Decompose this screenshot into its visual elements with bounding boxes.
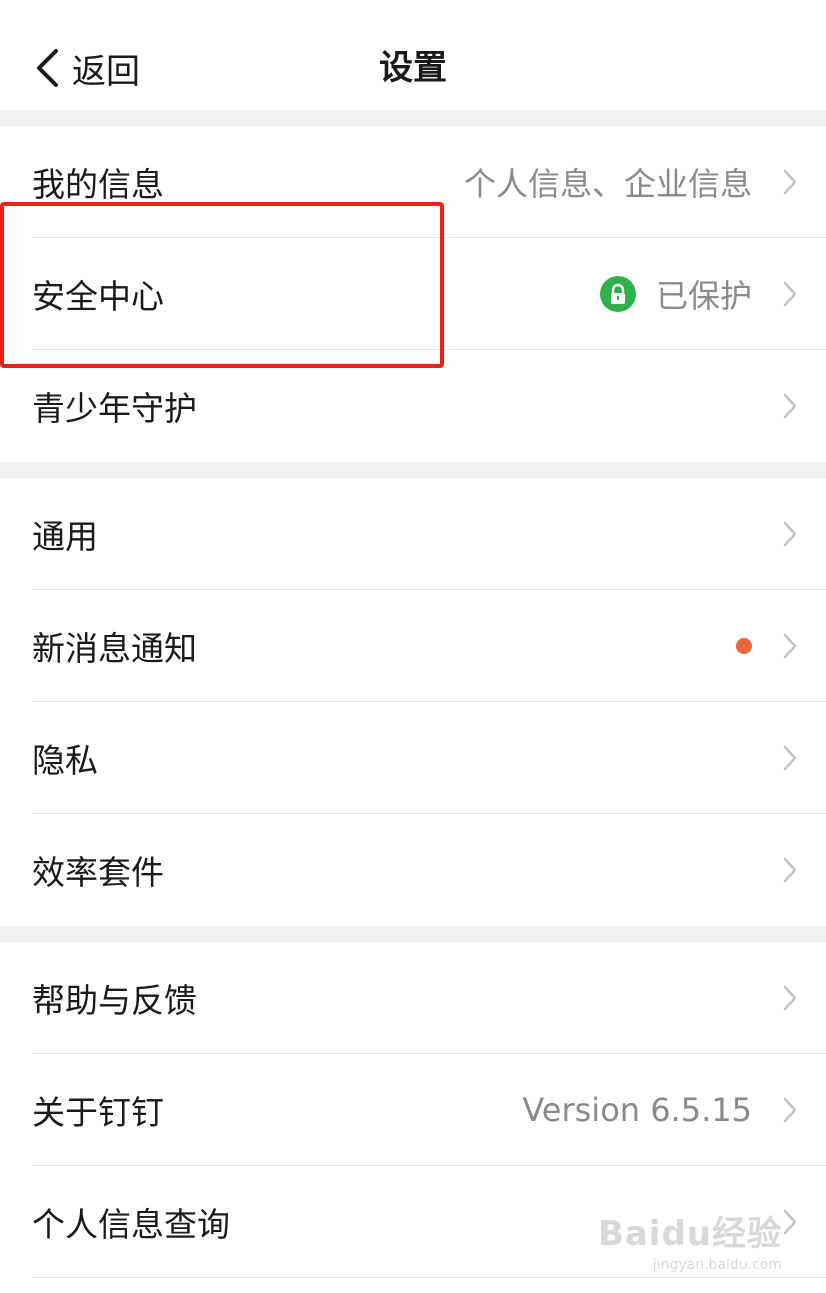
chevron-right-icon (783, 169, 797, 195)
settings-item-value: 个人信息、企业信息 (464, 159, 752, 205)
settings-item-label: 效率套件 (32, 853, 164, 892)
settings-item-label: 青少年守护 (32, 389, 197, 428)
watermark-logo-text: Baidu经验 (597, 1214, 782, 1254)
settings-item-label: 我的信息 (32, 165, 164, 204)
chevron-right-icon (783, 521, 797, 547)
unread-dot-badge (736, 638, 752, 654)
section-gap (0, 926, 826, 942)
settings-item-about[interactable]: 关于钉钉 Version 6.5.15 (0, 1054, 826, 1166)
settings-item-value: 已保护 (599, 271, 752, 317)
watermark: Baidu经验 jingyan.baidu.com (598, 1206, 782, 1273)
chevron-right-icon (783, 1209, 797, 1235)
version-text: Version 6.5.15 (522, 1091, 752, 1129)
settings-item-label: 关于钉钉 (32, 1093, 164, 1132)
chevron-right-icon (783, 745, 797, 771)
settings-item-privacy[interactable]: 隐私 (0, 702, 826, 814)
settings-item-value (736, 638, 752, 654)
chevron-right-icon (783, 985, 797, 1011)
settings-item-label: 个人信息查询 (32, 1205, 230, 1244)
settings-item-notifications[interactable]: 新消息通知 (0, 590, 826, 702)
watermark-url: jingyan.baidu.com (652, 1257, 782, 1273)
settings-item-value: Version 6.5.15 (522, 1091, 752, 1129)
settings-item-general[interactable]: 通用 (0, 478, 826, 590)
chevron-right-icon (783, 1097, 797, 1123)
security-status: 已保护 (655, 277, 752, 315)
settings-item-label: 隐私 (32, 741, 98, 780)
navigation-bar: 返回 设置 (0, 0, 826, 110)
chevron-right-icon (783, 393, 797, 419)
section-gap (0, 462, 826, 478)
settings-item-label: 新消息通知 (32, 629, 197, 668)
my-info-detail: 个人信息、企业信息 (463, 165, 752, 203)
lock-icon (599, 276, 636, 312)
chevron-right-icon (783, 633, 797, 659)
settings-item-label: 帮助与反馈 (32, 981, 197, 1020)
chevron-right-icon (783, 857, 797, 883)
annotation-highlight-box (0, 202, 444, 368)
chevron-right-icon (783, 281, 797, 307)
section-gap (0, 110, 826, 126)
settings-item-efficiency-suite[interactable]: 效率套件 (0, 814, 826, 926)
settings-item-label: 通用 (32, 517, 98, 556)
page-title: 设置 (379, 48, 447, 88)
divider (32, 1277, 826, 1278)
settings-item-help-feedback[interactable]: 帮助与反馈 (0, 942, 826, 1054)
